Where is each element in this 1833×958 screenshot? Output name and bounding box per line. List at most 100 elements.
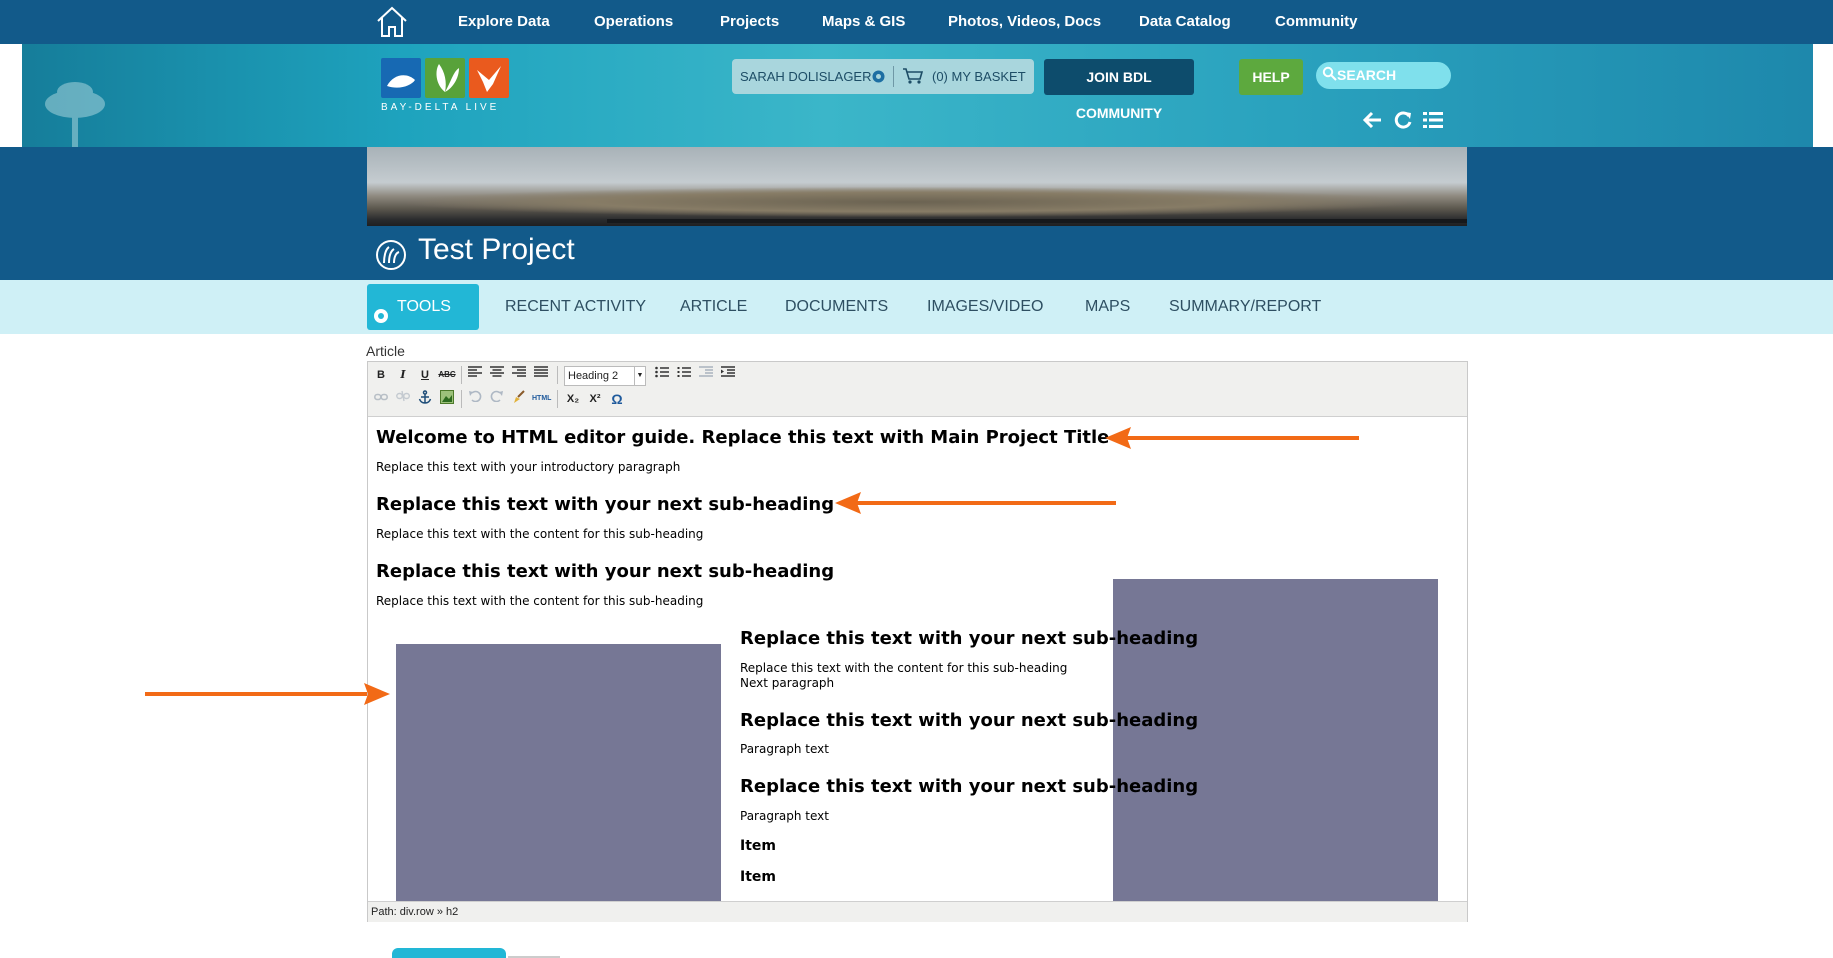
search-input[interactable]: SEARCH (1316, 62, 1451, 89)
tab-documents[interactable]: DOCUMENTS (785, 280, 888, 334)
link-icon[interactable] (372, 390, 390, 408)
toolbar-divider (557, 366, 558, 384)
bold-button[interactable]: B (372, 366, 390, 384)
list-item[interactable]: Item (740, 838, 776, 854)
strikethrough-button[interactable]: ABC (438, 366, 456, 384)
search-label: SEARCH (1337, 67, 1397, 83)
toolbar-divider (557, 390, 558, 408)
subheading[interactable]: Replace this text with your next sub-hea… (376, 561, 834, 582)
align-left-icon[interactable] (466, 366, 484, 384)
bird-logo-icon (469, 58, 509, 98)
chevron-down-icon: ▼ (634, 367, 645, 385)
insert-image-icon[interactable] (438, 390, 456, 408)
list-icon[interactable] (1422, 109, 1444, 131)
save-button[interactable] (392, 948, 506, 958)
sub-content-paragraph[interactable]: Replace this text with the content for t… (376, 527, 703, 541)
home-icon[interactable] (374, 4, 410, 40)
main-title-heading[interactable]: Welcome to HTML editor guide. Replace th… (376, 427, 1109, 448)
refresh-icon[interactable] (1392, 109, 1414, 131)
tab-maps[interactable]: MAPS (1085, 280, 1130, 334)
nav-data-catalog[interactable]: Data Catalog (1139, 0, 1231, 44)
align-justify-icon[interactable] (532, 366, 550, 384)
paragraph-text[interactable]: Paragraph text (740, 809, 829, 823)
align-center-icon[interactable] (488, 366, 506, 384)
project-hero: Test Project (0, 147, 1833, 280)
editor-statusbar: Path: div.row » h2 (368, 901, 1467, 922)
subheading[interactable]: Replace this text with your next sub-hea… (740, 776, 1198, 797)
editor-toolbar: B I U ABC Heading 2 ▼ HTML X₂ X² Ω (368, 362, 1467, 417)
page-title: Test Project (418, 233, 575, 266)
my-basket-link[interactable]: (0) MY BASKET (932, 59, 1026, 94)
intro-paragraph[interactable]: Replace this text with your introductory… (376, 460, 680, 474)
nav-photos-videos-docs[interactable]: Photos, Videos, Docs (948, 0, 1101, 44)
header-banner: BAY-DELTA LIVE SARAH DOLISLAGER (0) MY B… (0, 44, 1833, 147)
top-nav: Explore Data Operations Projects Maps & … (0, 0, 1833, 44)
project-tabs: TOOLS RECENT ACTIVITY ARTICLE DOCUMENTS … (0, 280, 1833, 334)
indent-icon[interactable] (719, 366, 737, 384)
annotation-arrow-icon (1105, 427, 1359, 449)
photo-wire (607, 219, 1467, 223)
underline-button[interactable]: U (416, 366, 434, 384)
subheading[interactable]: Replace this text with your next sub-hea… (740, 710, 1198, 731)
photo-fish (407, 187, 1407, 217)
format-select-value: Heading 2 (568, 370, 619, 382)
subheading[interactable]: Replace this text with your next sub-hea… (376, 494, 834, 515)
join-community-button[interactable]: JOIN BDL COMMUNITY (1044, 59, 1194, 121)
nav-maps-gis[interactable]: Maps & GIS (822, 0, 905, 44)
toolbar-divider (461, 390, 462, 408)
project-photo (367, 147, 1467, 226)
paragraph-text[interactable]: Paragraph text (740, 742, 829, 756)
search-icon (1322, 66, 1338, 82)
next-paragraph[interactable]: Next paragraph (740, 676, 834, 690)
help-button[interactable]: HELP (1239, 59, 1303, 95)
nav-projects[interactable]: Projects (720, 0, 779, 44)
cleanup-brush-icon[interactable] (510, 390, 528, 408)
superscript-button[interactable]: X² (586, 390, 604, 408)
tab-summary-report[interactable]: SUMMARY/REPORT (1169, 280, 1321, 334)
undo-icon[interactable] (466, 390, 484, 408)
tab-images-video[interactable]: IMAGES/VIDEO (927, 280, 1043, 334)
cart-icon[interactable] (902, 67, 924, 85)
redo-icon[interactable] (488, 390, 506, 408)
project-icon (375, 239, 407, 271)
nav-operations[interactable]: Operations (594, 0, 673, 44)
outdent-icon[interactable] (697, 366, 715, 384)
tab-article[interactable]: ARTICLE (680, 280, 747, 334)
divider (893, 66, 894, 87)
nav-community[interactable]: Community (1275, 0, 1358, 44)
tab-label: TOOLS (397, 298, 451, 315)
html-source-button[interactable]: HTML (532, 390, 551, 408)
format-select[interactable]: Heading 2 ▼ (564, 366, 646, 386)
banner-edge (0, 44, 22, 147)
banner-edge (1813, 44, 1833, 147)
sub-content-paragraph[interactable]: Replace this text with the content for t… (740, 661, 1067, 675)
anchor-icon[interactable] (416, 390, 434, 408)
list-item[interactable]: Item (740, 869, 776, 885)
annotation-arrow-icon (835, 492, 1116, 514)
leaf-logo-icon (425, 58, 465, 98)
toolbar-divider (461, 366, 462, 384)
unlink-icon[interactable] (394, 390, 412, 408)
tab-recent-activity[interactable]: RECENT ACTIVITY (505, 280, 646, 334)
sub-content-paragraph[interactable]: Replace this text with the content for t… (376, 594, 703, 608)
gear-icon[interactable] (870, 68, 887, 85)
annotation-arrow-icon (145, 683, 390, 705)
gear-icon (372, 298, 390, 323)
article-label: Article (366, 343, 405, 359)
tab-tools[interactable]: TOOLS (367, 284, 479, 330)
user-name[interactable]: SARAH DOLISLAGER (740, 59, 872, 94)
subheading[interactable]: Replace this text with your next sub-hea… (740, 628, 1198, 649)
align-right-icon[interactable] (510, 366, 528, 384)
back-arrow-icon[interactable] (1362, 109, 1384, 131)
subscript-button[interactable]: X₂ (564, 390, 582, 408)
nav-explore-data[interactable]: Explore Data (458, 0, 550, 44)
image-placeholder-left[interactable] (396, 644, 721, 901)
bullet-list-icon[interactable] (653, 366, 671, 384)
whale-logo-icon (381, 58, 421, 98)
special-char-button[interactable]: Ω (608, 390, 626, 408)
italic-button[interactable]: I (394, 366, 412, 384)
tree-decoration (45, 82, 105, 147)
logo-caption: BAY-DELTA LIVE (381, 102, 500, 113)
user-box: SARAH DOLISLAGER (0) MY BASKET (732, 59, 1034, 94)
numbered-list-icon[interactable] (675, 366, 693, 384)
